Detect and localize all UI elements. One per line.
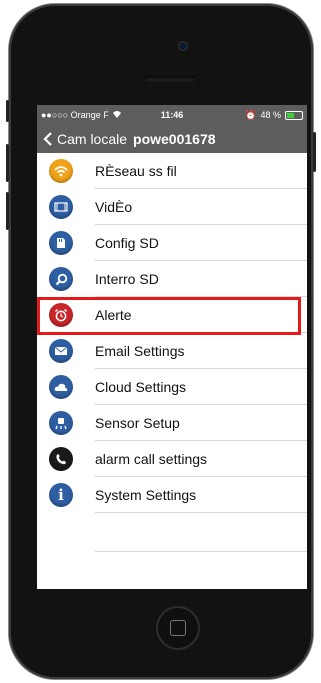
back-label: Cam locale: [57, 131, 128, 147]
menu-item-reseau[interactable]: RÈseau ss fil: [37, 153, 307, 189]
menu-item-label: VidÈo: [95, 199, 133, 215]
volume-down-button: [6, 192, 9, 230]
menu-item-config-sd[interactable]: Config SD: [37, 225, 307, 261]
menu-item-system-settings[interactable]: i System Settings: [37, 477, 307, 513]
menu-item-label: Alerte: [95, 307, 132, 323]
alarm-status-icon: ⏰: [245, 109, 257, 120]
power-button: [313, 132, 316, 172]
settings-list: RÈseau ss fil VidÈo Config SD Interro SD: [37, 153, 307, 513]
menu-item-label: Config SD: [95, 235, 159, 251]
wifi-icon: [49, 159, 73, 183]
menu-item-video[interactable]: VidÈo: [37, 189, 307, 225]
page-title: powe001678: [133, 131, 216, 147]
menu-item-sensor-setup[interactable]: Sensor Setup: [37, 405, 307, 441]
menu-item-email-settings[interactable]: Email Settings: [37, 333, 307, 369]
clock: 11:46: [160, 110, 184, 120]
divider: [95, 512, 307, 513]
wifi-signal-icon: [112, 110, 122, 120]
menu-item-alarm-call-settings[interactable]: alarm call settings: [37, 441, 307, 477]
menu-item-cloud-settings[interactable]: Cloud Settings: [37, 369, 307, 405]
menu-item-label: alarm call settings: [95, 451, 208, 467]
menu-item-label: Cloud Settings: [95, 379, 187, 395]
search-icon: [49, 267, 73, 291]
cloud-icon: [49, 375, 73, 399]
front-camera: [179, 42, 187, 50]
phone-screen: ●●○○○ Orange F 11:46 ⏰ 48 % Cam locale p…: [37, 105, 307, 589]
earpiece-speaker: [144, 76, 196, 82]
video-icon: [49, 195, 73, 219]
info-icon: i: [49, 483, 73, 507]
status-bar: ●●○○○ Orange F 11:46 ⏰ 48 %: [37, 105, 307, 125]
mute-switch: [6, 100, 9, 122]
home-square-icon: [170, 620, 186, 636]
sd-card-icon: [49, 231, 73, 255]
battery-percent: 48 %: [260, 110, 281, 120]
menu-item-label: System Settings: [95, 487, 197, 503]
menu-item-interro-sd[interactable]: Interro SD: [37, 261, 307, 297]
phone-icon: [49, 447, 73, 471]
alarm-clock-icon: [49, 303, 73, 327]
menu-item-label: Email Settings: [95, 343, 185, 359]
email-icon: [49, 339, 73, 363]
chevron-left-icon: [43, 132, 52, 146]
menu-item-label: Sensor Setup: [95, 415, 180, 431]
menu-item-alerte[interactable]: Alerte: [37, 297, 307, 333]
menu-item-label: RÈseau ss fil: [95, 163, 177, 179]
battery-icon: [284, 110, 303, 120]
divider: [95, 551, 307, 552]
back-button[interactable]: Cam locale: [43, 131, 127, 147]
home-button[interactable]: [158, 608, 198, 648]
navigation-bar: Cam locale powe001678: [37, 125, 307, 153]
menu-item-label: Interro SD: [95, 271, 159, 287]
sensor-icon: [49, 411, 73, 435]
carrier-label: ●●○○○ Orange F: [41, 110, 109, 120]
volume-up-button: [6, 144, 9, 182]
